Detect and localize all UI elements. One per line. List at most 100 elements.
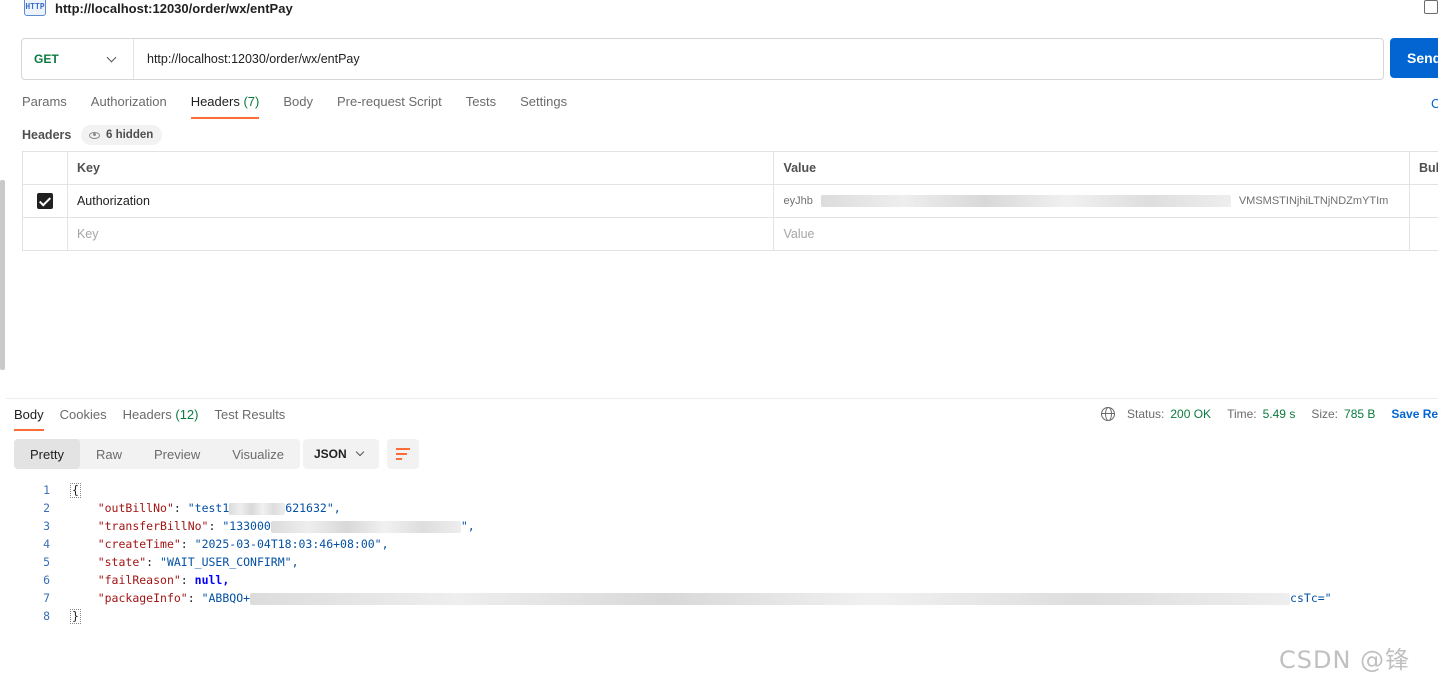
table-header-row: Key Value Bul (23, 152, 1438, 185)
view-raw[interactable]: Raw (80, 439, 138, 469)
code-line: 5 "state": "WAIT_USER_CONFIRM", (0, 553, 1332, 571)
request-tabs: Params Authorization Headers (7) Body Pr… (22, 94, 567, 119)
tab-label: Headers (122, 407, 172, 422)
code-line: 8 } (0, 607, 1332, 625)
save-icon[interactable] (1424, 0, 1438, 14)
value-suffix: VMSMSTINjhiLTNjNDZmYTIm (1238, 195, 1389, 207)
tab-response-cookies[interactable]: Cookies (60, 407, 107, 429)
json-value: null, (194, 573, 230, 587)
tab-count: (12) (175, 407, 199, 422)
send-button[interactable]: Send (1390, 38, 1438, 78)
tab-pre-request-script[interactable]: Pre-request Script (337, 94, 442, 117)
tab-label: Cookies (59, 407, 107, 422)
time-value[interactable]: 5.49 s (1263, 407, 1296, 421)
tab-tests[interactable]: Tests (466, 94, 496, 117)
json-value-tail: ", (460, 519, 475, 533)
line-number: 1 (43, 483, 50, 497)
globe-icon[interactable] (1101, 407, 1115, 421)
request-titlebar: HTTP http://localhost:12030/order/wx/ent… (0, 0, 1438, 18)
tab-label: Pre-request Script (336, 94, 442, 109)
json-value: "133000 (222, 519, 271, 533)
view-pretty[interactable]: Pretty (14, 439, 80, 469)
watermark: CSDN @锋丶/ (1279, 646, 1411, 682)
json-key: "state" (97, 555, 147, 569)
tab-label: Body (14, 407, 44, 422)
tab-label: Authorization (90, 94, 167, 109)
close-brace: } (70, 608, 81, 624)
header-key-cell[interactable]: Authorization (68, 185, 775, 217)
chevron-down-icon (106, 52, 117, 63)
eye-icon (89, 131, 100, 139)
json-value: "test1 (187, 501, 230, 515)
wrap-lines-button[interactable] (387, 439, 419, 469)
code-line: 7 "packageInfo": "ABBQO+ csTc=" (0, 589, 1332, 607)
code-line: 1 { (0, 481, 1332, 499)
row-action-cell (1410, 185, 1438, 217)
line-number: 8 (43, 609, 50, 623)
hidden-count-label: 6 hidden (106, 129, 154, 141)
select-column-header (23, 152, 68, 184)
size-label: Size: (1311, 407, 1339, 421)
response-tabs: Body Cookies Headers (12) Test Results (14, 407, 286, 431)
line-number: 5 (43, 555, 50, 569)
scrollbar[interactable] (0, 180, 5, 370)
json-value: "2025-03-04T18:03:46+08:00", (194, 537, 389, 551)
response-body-code[interactable]: 1 { 2 "outBillNo": "test1 621632", 3 "tra… (0, 481, 1332, 625)
tab-label: Settings (520, 94, 568, 109)
new-key-input[interactable]: Key (68, 218, 775, 250)
new-value-input[interactable]: Value (774, 218, 1411, 250)
status-value[interactable]: 200 OK (1170, 407, 1211, 421)
table-row: Key Value (23, 218, 1438, 251)
json-key: "failReason" (97, 573, 181, 587)
response-meta: Status: 200 OK Time: 5.49 s Size: 785 B … (1101, 407, 1438, 421)
checkbox-checked[interactable] (36, 193, 53, 209)
json-key: "outBillNo" (97, 501, 174, 515)
code-line: 3 "transferBillNo": "133000 ", (0, 517, 1332, 535)
view-mode-selector: Pretty Raw Preview Visualize (14, 439, 301, 469)
tab-response-headers[interactable]: Headers (12) (123, 407, 199, 429)
hidden-headers-toggle[interactable]: 6 hidden (81, 125, 163, 145)
chevron-down-icon (355, 447, 365, 457)
tab-label: Headers (190, 94, 240, 109)
column-header-bulk[interactable]: Bul (1410, 152, 1438, 184)
line-number: 4 (43, 537, 50, 551)
tab-params[interactable]: Params (22, 94, 67, 117)
redacted-region (250, 592, 1291, 605)
request-title: http://localhost:12030/order/wx/entPay (55, 1, 293, 16)
column-header-value: Value (774, 152, 1410, 184)
code-line: 6 "failReason": null, (0, 571, 1332, 589)
tab-headers[interactable]: Headers (7) (190, 94, 259, 119)
view-visualize[interactable]: Visualize (216, 439, 300, 469)
url-input[interactable] (134, 39, 1383, 79)
line-number: 6 (43, 573, 50, 587)
http-file-icon: HTTP (24, 0, 46, 16)
view-preview[interactable]: Preview (138, 439, 216, 469)
tab-label: Params (22, 94, 67, 109)
time-label: Time: (1227, 407, 1257, 421)
size-value[interactable]: 785 B (1344, 407, 1375, 421)
open-brace: { (70, 482, 81, 498)
tab-authorization[interactable]: Authorization (91, 94, 167, 117)
method-select[interactable]: GET (22, 39, 134, 79)
value-prefix: eyJhb (783, 195, 813, 207)
tab-response-body[interactable]: Body (14, 407, 44, 431)
tab-settings[interactable]: Settings (520, 94, 567, 117)
pane-divider[interactable] (6, 398, 1438, 399)
save-response-button[interactable]: Save Resp (1391, 407, 1438, 421)
header-value-cell[interactable]: eyJhb VMSMSTINjhiLTNjNDZmYTIm (774, 185, 1411, 217)
line-number: 3 (43, 519, 50, 533)
format-label: JSON (314, 447, 347, 461)
status-label: Status: (1127, 407, 1165, 421)
json-key: "createTime" (97, 537, 181, 551)
redacted-region (270, 520, 461, 533)
json-value: "ABBQO+ (201, 591, 251, 605)
code-line: 4 "createTime": "2025-03-04T18:03:46+08:… (0, 535, 1332, 553)
tab-test-results[interactable]: Test Results (215, 407, 286, 429)
tab-label: Body (283, 94, 313, 109)
cookies-link[interactable]: C (1431, 96, 1438, 111)
tab-body[interactable]: Body (283, 94, 313, 117)
headers-section-label: Headers (22, 128, 72, 142)
format-select[interactable]: JSON (303, 439, 379, 469)
json-value-tail: 621632", (285, 501, 341, 515)
json-key: "transferBillNo" (97, 519, 209, 533)
